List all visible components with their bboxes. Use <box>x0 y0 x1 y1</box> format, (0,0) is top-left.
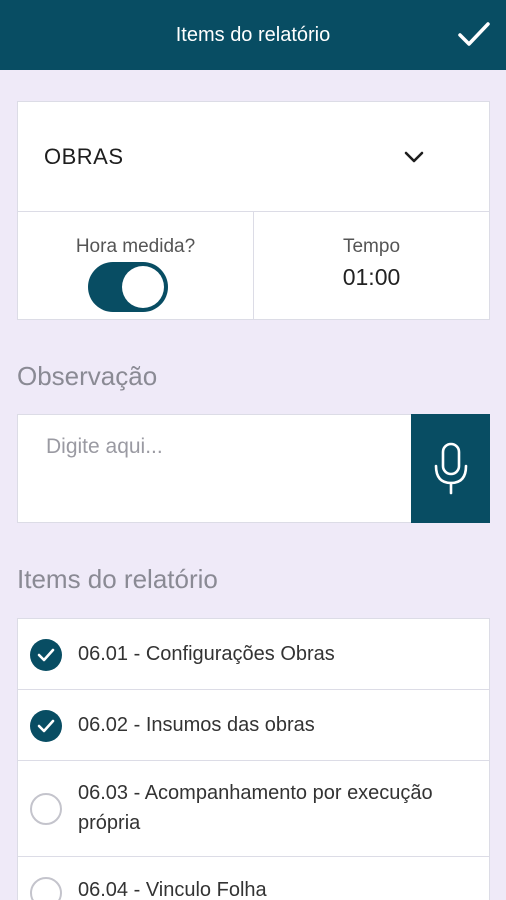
list-item-label: 06.01 - Configurações Obras <box>78 643 335 665</box>
checked-icon[interactable] <box>30 639 62 671</box>
list-item[interactable]: 06.02 - Insumos das obras <box>18 690 489 761</box>
checked-icon[interactable] <box>30 710 62 742</box>
observacao-title: Observação <box>17 361 158 391</box>
config-card: OBRAS Hora medida? Tempo 01:00 <box>17 101 490 320</box>
unchecked-circle-icon[interactable] <box>30 877 62 900</box>
list-item-label: 06.02 - Insumos das obras <box>78 714 315 736</box>
items-section-title: Items do relatório <box>17 564 218 594</box>
hora-medida-label: Hora medida? <box>75 236 196 257</box>
category-select-value: OBRAS <box>44 143 124 169</box>
hora-medida-toggle[interactable] <box>88 262 168 312</box>
page-title: Items do relatório <box>175 23 331 46</box>
items-list: 06.01 - Configurações Obras 06.02 - Insu… <box>17 618 490 900</box>
tempo-cell[interactable]: Tempo 01:00 <box>254 212 489 320</box>
unchecked-circle-icon[interactable] <box>30 793 62 825</box>
chevron-down-icon <box>404 151 424 163</box>
hora-medida-cell: Hora medida? <box>18 212 254 320</box>
confirm-button[interactable] <box>454 14 494 54</box>
list-item[interactable]: 06.01 - Configurações Obras <box>18 619 489 690</box>
observacao-input[interactable] <box>18 415 412 522</box>
tempo-value[interactable]: 01:00 <box>254 264 489 291</box>
microphone-button[interactable] <box>411 414 490 523</box>
list-item-label: 06.03 - Acompanhamento por execução próp… <box>78 782 433 834</box>
settings-row: Hora medida? Tempo 01:00 <box>18 212 489 320</box>
app-bar: Items do relatório <box>0 0 506 70</box>
category-select[interactable]: OBRAS <box>18 102 489 212</box>
observacao-card <box>17 414 490 523</box>
tempo-label: Tempo <box>342 236 401 257</box>
list-item-label: 06.04 - Vinculo Folha <box>78 879 267 900</box>
toggle-knob <box>122 266 164 308</box>
check-icon <box>458 22 490 46</box>
list-item[interactable]: 06.03 - Acompanhamento por execução próp… <box>18 761 489 857</box>
microphone-icon <box>434 442 467 494</box>
list-item[interactable]: 06.04 - Vinculo Folha <box>18 857 489 900</box>
